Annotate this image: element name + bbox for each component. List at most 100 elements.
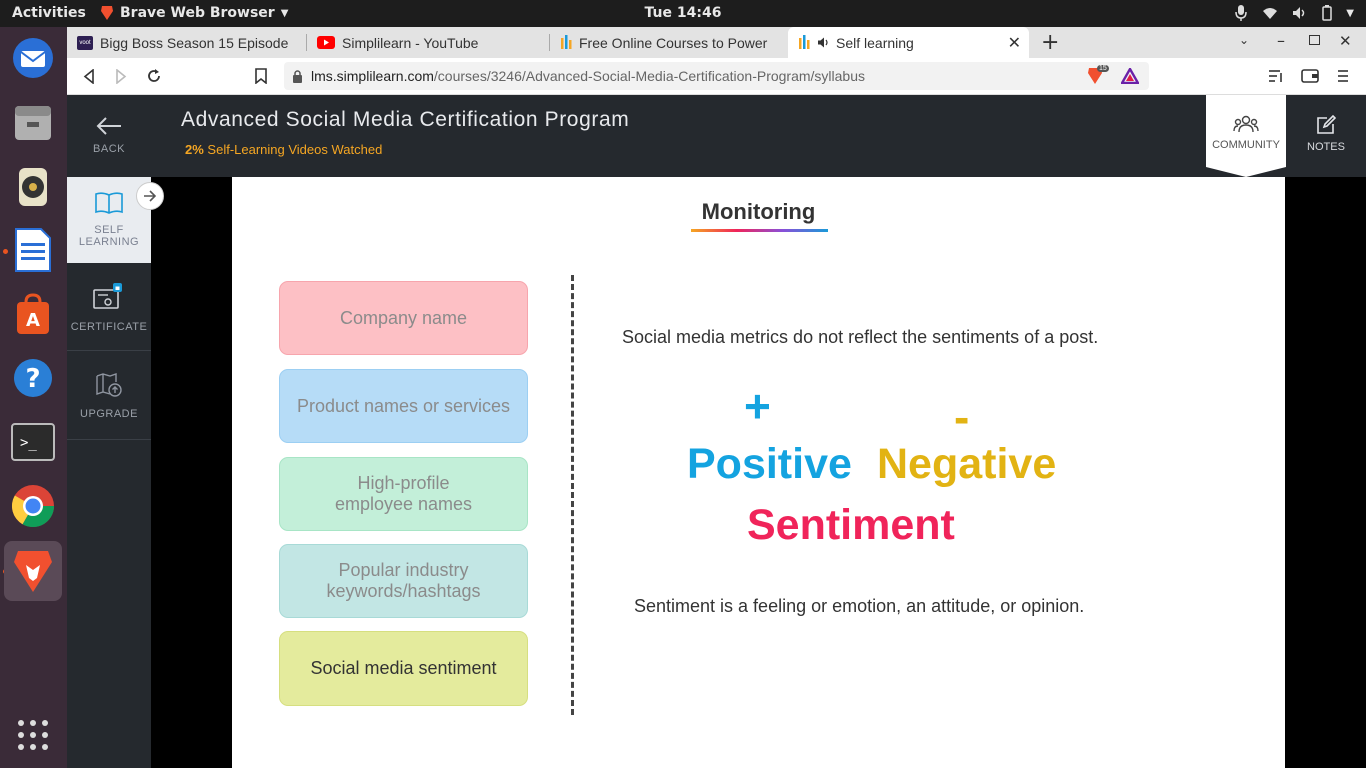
sidebar-item-certificate[interactable]: CERTIFICATE: [67, 263, 151, 351]
tab-strip: voot Bigg Boss Season 15 Episode Simplil…: [67, 27, 1366, 58]
clock[interactable]: Tue 14:46: [645, 5, 722, 21]
software-center-icon[interactable]: A: [8, 289, 58, 339]
svg-text:?: ?: [25, 364, 40, 394]
community-label: COMMUNITY: [1212, 139, 1280, 151]
tab-label: Self learning: [836, 34, 914, 51]
sidebar-item-label: SELF: [94, 224, 124, 236]
sidebar-item-label: CERTIFICATE: [70, 321, 148, 333]
tab-voot[interactable]: voot Bigg Boss Season 15 Episode: [67, 27, 307, 58]
minus-symbol: -: [954, 391, 970, 443]
tab-label: Bigg Boss Season 15 Episode: [100, 34, 289, 51]
thunderbird-icon[interactable]: [8, 33, 58, 83]
terminal-icon[interactable]: >_: [8, 417, 58, 467]
back-label: BACK: [93, 143, 125, 155]
list-item: Product names or services: [279, 369, 528, 443]
progress-percent: 2%: [185, 142, 204, 157]
maximize-button[interactable]: [1309, 35, 1320, 45]
chevron-down-icon: ▼: [1346, 7, 1354, 19]
expand-sidebar-button[interactable]: [136, 182, 164, 210]
list-item: Popular industry keywords/hashtags: [279, 544, 528, 618]
voot-icon: voot: [77, 35, 93, 50]
lms-header: BACK Advanced Social Media Certification…: [67, 95, 1366, 177]
slide-heading: Monitoring: [701, 199, 816, 224]
tab-label: Free Online Courses to Power: [579, 34, 768, 51]
svg-text:>_: >_: [20, 435, 37, 451]
arrow-left-icon: [96, 117, 121, 135]
negative-label: Negative: [877, 440, 1057, 488]
back-button[interactable]: BACK: [67, 95, 151, 177]
positive-label: Positive: [687, 440, 852, 488]
system-top-bar: Activities Brave Web Browser ▼ Tue 14:46…: [0, 0, 1366, 27]
brave-shields-button[interactable]: 15: [1087, 65, 1109, 85]
url-bar[interactable]: lms.simplilearn.com/courses/3246/Advance…: [284, 62, 1149, 90]
files-icon[interactable]: [8, 97, 58, 147]
app-menu[interactable]: Brave Web Browser ▼: [100, 5, 288, 21]
navigation-bar: lms.simplilearn.com/courses/3246/Advance…: [67, 58, 1366, 95]
system-tray[interactable]: ▼: [1234, 4, 1354, 22]
app-name: Brave Web Browser: [120, 5, 275, 21]
url-path: /courses/3246/Advanced-Social-Media-Cert…: [433, 68, 866, 84]
bookmark-icon[interactable]: [255, 68, 267, 84]
shields-count-badge: 15: [1097, 65, 1109, 72]
close-tab-icon[interactable]: ✕: [1008, 33, 1021, 53]
writer-icon[interactable]: [8, 225, 58, 275]
book-icon: [95, 192, 123, 214]
lms-app: BACK Advanced Social Media Certification…: [67, 95, 1366, 768]
wifi-icon: [1263, 8, 1278, 19]
speaker-icon[interactable]: [817, 37, 829, 48]
minimize-button[interactable]: –: [1277, 31, 1285, 50]
brave-lion-icon: [101, 6, 113, 20]
notes-label: NOTES: [1307, 141, 1345, 153]
brave-rewards-icon[interactable]: [1121, 68, 1139, 84]
tab-self-learning[interactable]: Self learning ✕: [788, 27, 1029, 58]
simplilearn-icon: [561, 35, 572, 49]
rhythmbox-icon[interactable]: [8, 161, 58, 211]
volume-icon: [1293, 7, 1305, 19]
sidebar-item-upgrade[interactable]: UPGRADE: [67, 352, 151, 440]
new-tab-button[interactable]: +: [1041, 30, 1059, 55]
wallet-icon[interactable]: [1301, 69, 1319, 83]
chevron-down-icon: ▼: [280, 7, 289, 19]
tab-search-icon[interactable]: ⌄: [1239, 33, 1249, 47]
tab-free-courses[interactable]: Free Online Courses to Power: [550, 27, 788, 58]
lock-icon: [293, 69, 302, 83]
sidebar-item-label: UPGRADE: [80, 408, 138, 420]
list-item: Company name: [279, 281, 528, 355]
progress-text: Self-Learning Videos Watched: [207, 142, 383, 157]
show-apps-icon[interactable]: [17, 719, 49, 751]
activities-button[interactable]: Activities: [12, 5, 86, 21]
forward-icon[interactable]: [115, 69, 127, 84]
dock: A ? >_: [0, 27, 67, 768]
dashed-divider: [571, 275, 574, 715]
youtube-icon: [317, 36, 335, 49]
menu-icon[interactable]: [1337, 69, 1349, 83]
list-item: High-profile employee names: [279, 457, 528, 531]
close-window-button[interactable]: ✕: [1339, 32, 1352, 50]
sidebar-item-label: LEARNING: [78, 236, 140, 248]
metrics-text: Social media metrics do not reflect the …: [622, 327, 1099, 347]
community-icon: [1233, 115, 1259, 133]
playlist-icon[interactable]: [1268, 69, 1284, 83]
simplilearn-icon: [799, 35, 810, 49]
tab-youtube[interactable]: Simplilearn - YouTube: [307, 27, 550, 58]
definition-text: Sentiment is a feeling or emotion, an at…: [634, 596, 1085, 616]
reload-icon[interactable]: [146, 68, 162, 84]
help-icon[interactable]: ?: [8, 353, 58, 403]
chrome-icon[interactable]: [8, 481, 58, 531]
community-tab-notch: [1206, 167, 1286, 177]
upgrade-icon: [96, 373, 122, 397]
tab-label: Simplilearn - YouTube: [342, 34, 479, 51]
back-icon[interactable]: [83, 69, 95, 84]
svg-text:A: A: [26, 310, 40, 331]
sentiment-label: Sentiment: [747, 501, 955, 549]
notes-button[interactable]: NOTES: [1286, 95, 1366, 177]
lms-sidebar: SELF LEARNING CERTIFICATE UPGRADE: [67, 177, 164, 768]
brave-icon[interactable]: [4, 541, 62, 601]
certificate-icon: [93, 283, 122, 309]
battery-icon: [1322, 5, 1333, 21]
heading-underline: [691, 229, 828, 232]
arrow-right-icon: [144, 190, 157, 202]
progress-status: 2% Self-Learning Videos Watched: [185, 142, 382, 157]
community-button[interactable]: COMMUNITY: [1206, 95, 1286, 167]
course-title: Advanced Social Media Certification Prog…: [181, 108, 630, 131]
